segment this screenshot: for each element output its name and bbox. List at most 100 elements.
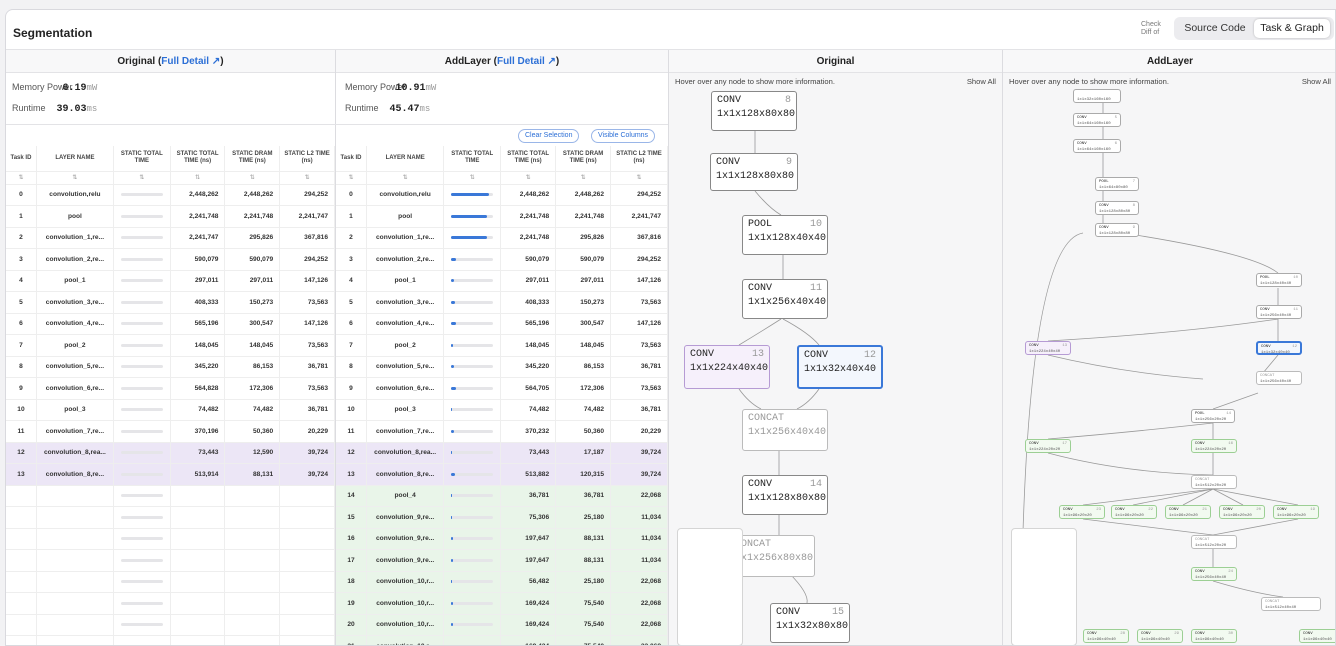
graph-node[interactable]: CONV 11 1x1x256x40x40 bbox=[1256, 305, 1302, 319]
graph-node[interactable]: CONV 12 1x1x32x40x40 bbox=[797, 345, 883, 389]
table-row[interactable] bbox=[6, 635, 335, 645]
graph-node[interactable]: CONV 28 1x1x96x40x40 bbox=[1083, 629, 1129, 643]
table-row[interactable] bbox=[6, 549, 335, 572]
table-row[interactable]: 1 pool 2,241,748 2,241,748 2,241,747 bbox=[6, 205, 335, 228]
table-row[interactable]: 15 convolution_9,re... 75,306 25,180 11,034 bbox=[336, 506, 668, 529]
table-row[interactable] bbox=[6, 571, 335, 593]
column-header[interactable]: LAYER NAME bbox=[36, 146, 114, 172]
full-detail-link[interactable]: Full Detail ↗ bbox=[161, 56, 220, 67]
graph-node[interactable]: CONV 11 1x1x256x40x40 bbox=[742, 279, 828, 319]
sort-icon[interactable]: ⇅ bbox=[279, 171, 335, 185]
table-row[interactable]: 11 convolution_7,re... 370,196 50,360 20,229 bbox=[6, 420, 335, 443]
table-row[interactable]: 8 convolution_5,re... 345,220 86,153 36,781 bbox=[336, 356, 668, 378]
graph-node[interactable]: CONV 20 1x1x96x20x20 bbox=[1219, 505, 1265, 519]
table-row[interactable]: 12 convolution_8,rea... 73,443 12,590 39,724 bbox=[6, 442, 335, 464]
column-header[interactable]: STATIC TOTAL TIME bbox=[443, 146, 502, 172]
table-row[interactable]: 4 pool_1 297,011 297,011 147,126 bbox=[336, 270, 668, 292]
table-row[interactable]: 0 convolution,relu 2,448,262 2,448,262 294,2… bbox=[6, 184, 335, 206]
column-header[interactable]: Task ID bbox=[6, 146, 37, 172]
table-row[interactable]: 12 convolution_8,rea... 73,443 17,187 39,724 bbox=[336, 442, 668, 464]
table-row[interactable]: 16 convolution_9,re... 197,647 88,131 11,034 bbox=[336, 528, 668, 550]
graph-node[interactable]: POOL 10 1x1x128x40x40 bbox=[742, 215, 828, 255]
table-row[interactable]: 13 convolution_8,re... 513,882 120,315 39,72… bbox=[336, 463, 668, 486]
graph-node[interactable]: CONV 5 1x1x64x160x160 bbox=[1073, 113, 1121, 127]
table-row[interactable]: 6 convolution_4,re... 565,196 300,547 147,12… bbox=[336, 313, 668, 335]
table-row[interactable]: 21convolution_10,r... 169,42475,54022,068 bbox=[336, 635, 668, 645]
table-row[interactable]: 10 pool_3 74,482 74,482 36,781 bbox=[336, 399, 668, 421]
table-row[interactable] bbox=[6, 614, 335, 636]
graph-node[interactable]: POOL 10 1x1x128x40x40 bbox=[1256, 273, 1302, 287]
full-detail-link[interactable]: Full Detail ↗ bbox=[497, 56, 556, 67]
clear-selection-button[interactable]: Clear Selection bbox=[518, 129, 580, 143]
table-row[interactable]: 6 convolution_4,re... 565,196 300,547 147,12… bbox=[6, 313, 335, 335]
graph-node[interactable]: CONCAT 1x1x512x40x40 bbox=[1261, 597, 1321, 611]
show-all-button[interactable]: Show All bbox=[967, 77, 996, 86]
table-row[interactable]: 2 convolution_1,re... 2,241,747 295,826 367,… bbox=[6, 227, 335, 249]
table-row[interactable]: 1 pool 2,241,748 2,241,748 2,241,747 bbox=[336, 205, 668, 228]
graph-node[interactable]: CONV 23 1x1x96x20x20 bbox=[1059, 505, 1105, 519]
column-header[interactable]: LAYER NAME bbox=[366, 146, 445, 172]
column-header[interactable]: STATIC TOTAL TIME (ns) bbox=[500, 146, 557, 172]
table-row[interactable]: 7 pool_2 148,045 148,045 73,563 bbox=[336, 334, 668, 357]
table-row[interactable]: 14 pool_4 36,781 36,781 22,068 bbox=[336, 485, 668, 507]
task-graph-tab[interactable]: Task & Graph bbox=[1254, 19, 1330, 38]
column-header[interactable]: STATIC DRAM TIME (ns) bbox=[224, 146, 281, 172]
visible-columns-button[interactable]: Visible Columns bbox=[591, 129, 656, 143]
table-row[interactable]: 10 pool_3 74,482 74,482 36,781 bbox=[6, 399, 335, 421]
table-row[interactable]: 20 convolution_10,r... 169,424 75,540 22,068 bbox=[336, 614, 668, 636]
column-header[interactable]: STATIC TOTAL TIME bbox=[113, 146, 171, 172]
graph-node[interactable]: CONCAT 1x1x512x20x20 bbox=[1191, 535, 1237, 549]
graph-node[interactable]: POOL 14 1x1x256x20x20 bbox=[1191, 409, 1235, 423]
sort-icon[interactable]: ⇅ bbox=[443, 171, 502, 185]
graph-minimap[interactable] bbox=[677, 528, 743, 645]
table-row[interactable]: 9 convolution_6,re... 564,705 172,306 73,563 bbox=[336, 377, 668, 400]
graph-minimap[interactable] bbox=[1011, 528, 1077, 645]
table-row[interactable]: 13 convolution_8,re... 513,914 88,131 39,724 bbox=[6, 463, 335, 486]
table-row[interactable] bbox=[6, 506, 335, 529]
table-row[interactable]: 5 convolution_3,re... 408,333 150,273 73,563 bbox=[336, 291, 668, 314]
table-row[interactable]: 2 convolution_1,re... 2,241,748 295,826 367,… bbox=[336, 227, 668, 249]
table-row[interactable] bbox=[6, 485, 335, 507]
graph-node[interactable]: POOL 7 1x1x64x80x80 bbox=[1095, 177, 1139, 191]
table-row[interactable]: 3 convolution_2,re... 590,079 590,079 294,25… bbox=[6, 248, 335, 271]
source-code-tab[interactable]: Source Code bbox=[1176, 19, 1254, 38]
table-row[interactable] bbox=[6, 592, 335, 615]
table-row[interactable]: 7 pool_2 148,045 148,045 73,563 bbox=[6, 334, 335, 357]
sort-icon[interactable]: ⇅ bbox=[366, 171, 445, 185]
column-header[interactable]: STATIC TOTAL TIME (ns) bbox=[170, 146, 226, 172]
table-row[interactable]: 8 convolution_5,re... 345,220 86,153 36,781 bbox=[6, 356, 335, 378]
sort-icon[interactable]: ⇅ bbox=[336, 171, 367, 185]
addlayer-graph[interactable]: Hover over any node to show more informa… bbox=[1003, 73, 1335, 645]
sort-icon[interactable]: ⇅ bbox=[224, 171, 281, 185]
graph-node[interactable]: CONV 8 1x1x128x80x80 bbox=[1095, 201, 1139, 215]
table-row[interactable]: 4 pool_1 297,011 297,011 147,126 bbox=[6, 270, 335, 292]
graph-node[interactable]: CONV 16 1x1x224x20x20 bbox=[1191, 439, 1237, 453]
graph-node[interactable]: CONV 24 1x1x256x40x40 bbox=[1191, 567, 1237, 581]
table-row[interactable]: 5 convolution_3,re... 408,333 150,273 73,563 bbox=[6, 291, 335, 314]
table-row[interactable]: 0 convolution,relu 2,448,262 2,448,262 294,2… bbox=[336, 184, 668, 206]
sort-icon[interactable]: ⇅ bbox=[170, 171, 226, 185]
graph-node[interactable]: CONV 15 1x1x32x80x80 bbox=[770, 603, 850, 643]
sort-icon[interactable]: ⇅ bbox=[500, 171, 557, 185]
column-header[interactable]: Task ID bbox=[336, 146, 367, 172]
table-row[interactable] bbox=[6, 528, 335, 550]
graph-node[interactable]: CONV 9 1x1x128x80x80 bbox=[710, 153, 798, 191]
table-row[interactable]: 18 convolution_10,r... 56,482 25,180 22,068 bbox=[336, 571, 668, 593]
table-row[interactable]: 19 convolution_10,r... 169,424 75,540 22,068 bbox=[336, 592, 668, 615]
graph-node[interactable]: CONV 6 1x1x64x160x160 bbox=[1073, 139, 1121, 153]
table-row[interactable]: 3 convolution_2,re... 590,079 590,079 294,25… bbox=[336, 248, 668, 271]
sort-icon[interactable]: ⇅ bbox=[555, 171, 612, 185]
graph-node[interactable]: CONV 13 1x1x224x40x40 bbox=[1025, 341, 1071, 355]
graph-node[interactable]: CONV 30 1x1x96x40x40 bbox=[1191, 629, 1237, 643]
table-row[interactable]: 11 convolution_7,re... 370,232 50,360 20,229 bbox=[336, 420, 668, 443]
graph-node[interactable]: CONV 14 1x1x128x80x80 bbox=[742, 475, 828, 515]
graph-node[interactable]: CONV 8 1x1x128x80x80 bbox=[711, 91, 797, 131]
graph-node[interactable]: 1x1x32x160x160 bbox=[1073, 89, 1121, 103]
sort-icon[interactable]: ⇅ bbox=[36, 171, 114, 185]
show-all-button[interactable]: Show All bbox=[1302, 77, 1331, 86]
graph-node[interactable]: CONV 9 1x1x128x80x80 bbox=[1095, 223, 1139, 237]
column-header[interactable]: STATIC L2 TIME (ns) bbox=[279, 146, 335, 172]
sort-icon[interactable]: ⇅ bbox=[113, 171, 171, 185]
column-header[interactable]: STATIC L2 TIME (ns) bbox=[610, 146, 668, 172]
graph-node[interactable]: CONV 13 1x1x224x40x40 bbox=[684, 345, 770, 389]
